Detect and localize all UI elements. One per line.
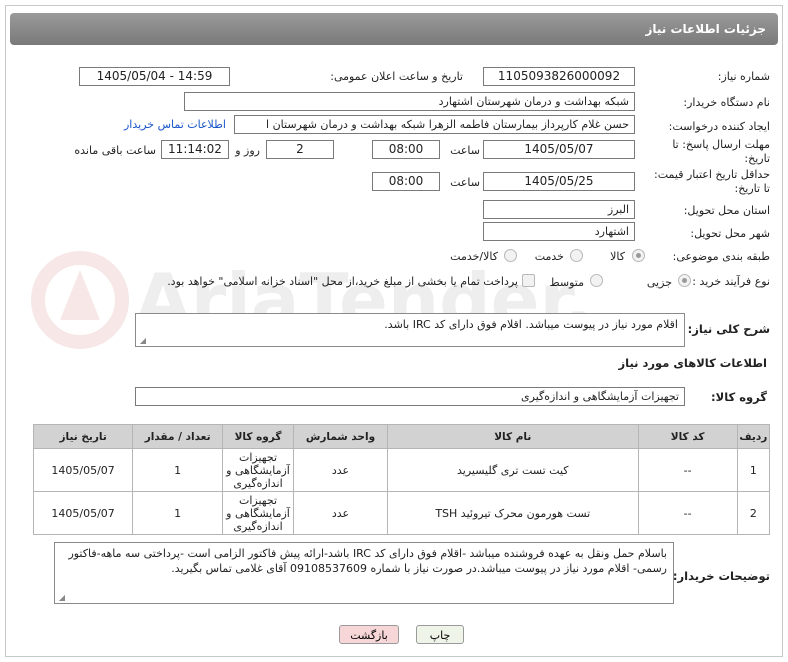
- col-group: گروه کالا: [222, 424, 295, 449]
- need-number-label: شماره نیاز:: [717, 70, 770, 83]
- category-option-service: خدمت: [534, 250, 564, 263]
- need-number-field: 1105093826000092: [483, 67, 635, 86]
- buyer-notes-textarea: باسلام حمل ونقل به عهده فروشنده میباشد -…: [54, 542, 674, 604]
- cell-unit: عدد: [293, 448, 388, 492]
- deadline-label-line1: مهلت ارسال پاسخ: تا: [672, 138, 770, 151]
- process-radio-minor[interactable]: [678, 274, 691, 287]
- validity-time-label: ساعت: [450, 176, 480, 189]
- col-unit: واحد شمارش: [293, 424, 388, 449]
- cell-row: 1: [736, 448, 771, 492]
- city-field: اشتهارد: [483, 222, 635, 241]
- resize-grip-icon[interactable]: ◢: [138, 337, 146, 345]
- cell-group: تجهیزات آزمایشگاهی و اندازه‌گیری: [222, 491, 295, 535]
- province-field: البرز: [483, 200, 635, 219]
- goods-table: ردیف کد کالا نام کالا واحد شمارش گروه کا…: [32, 424, 771, 535]
- table-row: 1 -- کیت تست تری گلیسیرید عدد تجهیزات آز…: [32, 448, 771, 492]
- cell-date: 1405/05/07: [32, 491, 134, 535]
- cell-name: کیت تست تری گلیسیرید: [386, 448, 639, 492]
- deadline-time-field: 08:00: [372, 140, 440, 159]
- cell-name: تست هورمون محرک تیروئید TSH: [386, 491, 639, 535]
- page-title: جزئیات اطلاعات نیاز: [645, 22, 766, 36]
- col-code: کد کالا: [637, 424, 738, 449]
- deadline-days-label: روز و: [235, 144, 260, 157]
- cell-code: --: [637, 491, 738, 535]
- creator-field: حسن غلام کارپرداز بیمارستان فاطمه الزهرا…: [234, 115, 635, 134]
- cell-row: 2: [736, 491, 771, 535]
- cell-code: --: [637, 448, 738, 492]
- validity-label-line2: تا تاریخ:: [734, 182, 770, 195]
- province-label: استان محل تحویل:: [683, 204, 770, 217]
- col-qty: تعداد / مقدار: [132, 424, 224, 449]
- cell-qty: 1: [132, 448, 224, 492]
- buyer-org-label: نام دستگاه خریدار:: [683, 96, 770, 109]
- cell-unit: عدد: [293, 491, 388, 535]
- description-textarea: اقلام مورد نیاز در پیوست میباشد. اقلام ف…: [135, 313, 685, 347]
- process-radio-medium[interactable]: [590, 274, 603, 287]
- category-radio-service[interactable]: [570, 249, 583, 262]
- print-button[interactable]: چاپ: [416, 625, 464, 644]
- cell-qty: 1: [132, 491, 224, 535]
- deadline-label-line2: تاریخ:: [744, 152, 770, 165]
- resize-grip-icon[interactable]: ◢: [57, 594, 65, 602]
- buyer-org-field: شبکه بهداشت و درمان شهرستان اشتهارد: [184, 92, 635, 111]
- col-name: نام کالا: [386, 424, 639, 449]
- cell-group: تجهیزات آزمایشگاهی و اندازه‌گیری: [222, 448, 295, 492]
- remaining-time-field: 11:14:02: [161, 140, 229, 159]
- category-option-goods: کالا: [610, 250, 625, 263]
- deadline-time-label: ساعت: [450, 144, 480, 157]
- category-option-goods-service: کالا/خدمت: [450, 250, 498, 263]
- category-radio-goods-service[interactable]: [504, 249, 517, 262]
- announce-label: تاریخ و ساعت اعلان عمومی:: [330, 70, 463, 83]
- process-option-medium: متوسط: [549, 276, 584, 289]
- creator-label: ایجاد کننده درخواست:: [668, 120, 770, 133]
- validity-time-field: 08:00: [372, 172, 440, 191]
- goods-info-title: اطلاعات کالاهای مورد نیاز: [618, 356, 767, 370]
- deadline-date-field: 1405/05/07: [483, 140, 635, 159]
- category-label: طبقه بندی موضوعی:: [672, 250, 770, 263]
- validity-label-line1: حداقل تاریخ اعتبار قیمت:: [654, 168, 770, 181]
- category-radio-goods[interactable]: [632, 249, 645, 262]
- treasury-payment-checkbox[interactable]: [522, 274, 535, 287]
- back-button[interactable]: بازگشت: [339, 625, 399, 644]
- deadline-days-field: 2: [266, 140, 334, 159]
- goods-group-field: تجهیزات آزمایشگاهی و اندازه‌گیری: [135, 387, 685, 406]
- buyer-notes-label: توضیحات خریدار:: [672, 569, 770, 583]
- description-label: شرح کلی نیاز:: [687, 322, 770, 336]
- remaining-time-label: ساعت باقی مانده: [74, 144, 156, 157]
- goods-table-header: ردیف کد کالا نام کالا واحد شمارش گروه کا…: [32, 424, 771, 449]
- table-row: 2 -- تست هورمون محرک تیروئید TSH عدد تجه…: [32, 491, 771, 535]
- process-option-minor: جزیی: [646, 276, 672, 289]
- goods-group-label: گروه کالا:: [711, 390, 767, 404]
- col-row: ردیف: [736, 424, 771, 449]
- cell-date: 1405/05/07: [32, 448, 134, 492]
- col-date: تاریخ نیاز: [32, 424, 134, 449]
- page-header: جزئیات اطلاعات نیاز: [10, 13, 778, 45]
- buyer-contact-link[interactable]: اطلاعات تماس خریدار: [124, 118, 226, 131]
- description-text: اقلام مورد نیاز در پیوست میباشد. اقلام ف…: [384, 318, 678, 331]
- buyer-notes-text: باسلام حمل ونقل به عهده فروشنده میباشد -…: [68, 547, 667, 575]
- announce-field: 1405/05/04 - 14:59: [79, 67, 230, 86]
- validity-date-field: 1405/05/25: [483, 172, 635, 191]
- city-label: شهر محل تحویل:: [690, 227, 770, 240]
- treasury-payment-note: پرداخت تمام یا بخشی از مبلغ خرید،از محل …: [167, 275, 518, 288]
- process-label: نوع فرآیند خرید :: [692, 275, 770, 288]
